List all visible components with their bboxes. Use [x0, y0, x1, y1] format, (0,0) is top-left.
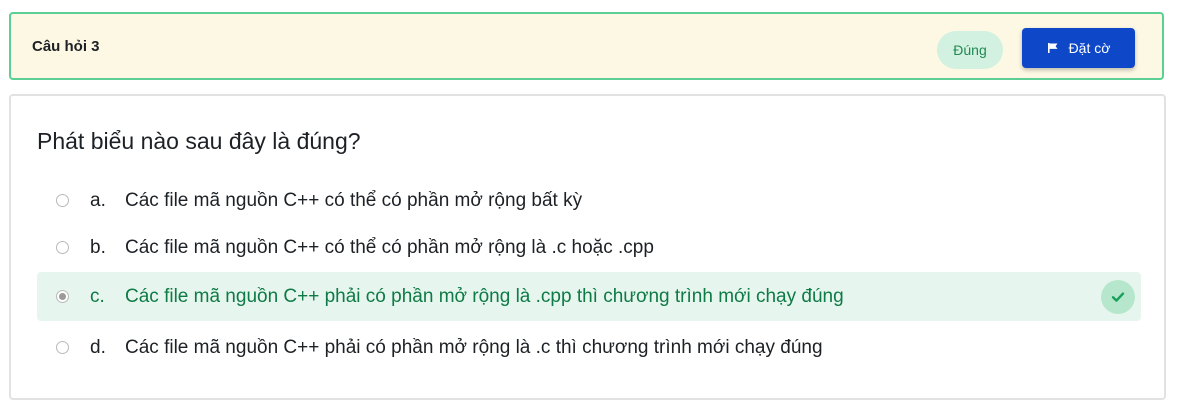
answer-option-a[interactable]: a. Các file mã nguồn C++ có thể có phần … — [37, 176, 1141, 225]
flag-icon — [1047, 42, 1059, 54]
answer-radio-a[interactable] — [56, 194, 69, 207]
flag-button-label: Đặt cờ — [1068, 40, 1111, 56]
answer-letter: a. — [90, 189, 106, 211]
question-text: Phát biểu nào sau đây là đúng? — [37, 128, 361, 154]
question-body: Phát biểu nào sau đây là đúng? a. Các fi… — [9, 94, 1166, 400]
answer-text: Các file mã nguồn C++ phải có phần mở rộ… — [125, 336, 823, 358]
answer-letter: c. — [90, 285, 105, 307]
question-header: Câu hỏi 3 Đúng Đặt cờ — [9, 12, 1164, 80]
answer-text: Các file mã nguồn C++ có thể có phần mở … — [125, 189, 583, 211]
answer-option-b[interactable]: b. Các file mã nguồn C++ có thể có phần … — [37, 223, 1141, 272]
answer-text: Các file mã nguồn C++ phải có phần mở rộ… — [125, 285, 844, 307]
answer-radio-c[interactable] — [56, 290, 69, 303]
question-title: Câu hỏi 3 — [32, 38, 100, 55]
answer-text: Các file mã nguồn C++ có thể có phần mở … — [125, 236, 654, 258]
flag-question-button[interactable]: Đặt cờ — [1022, 28, 1135, 68]
status-badge: Đúng — [937, 31, 1003, 69]
answer-letter: b. — [90, 236, 106, 258]
answer-radio-b[interactable] — [56, 241, 69, 254]
answer-option-c[interactable]: c. Các file mã nguồn C++ phải có phần mở… — [37, 272, 1141, 321]
answer-letter: d. — [90, 336, 106, 358]
answer-radio-d[interactable] — [56, 341, 69, 354]
answer-option-d[interactable]: d. Các file mã nguồn C++ phải có phần mở… — [37, 323, 1141, 372]
check-icon — [1101, 280, 1135, 314]
